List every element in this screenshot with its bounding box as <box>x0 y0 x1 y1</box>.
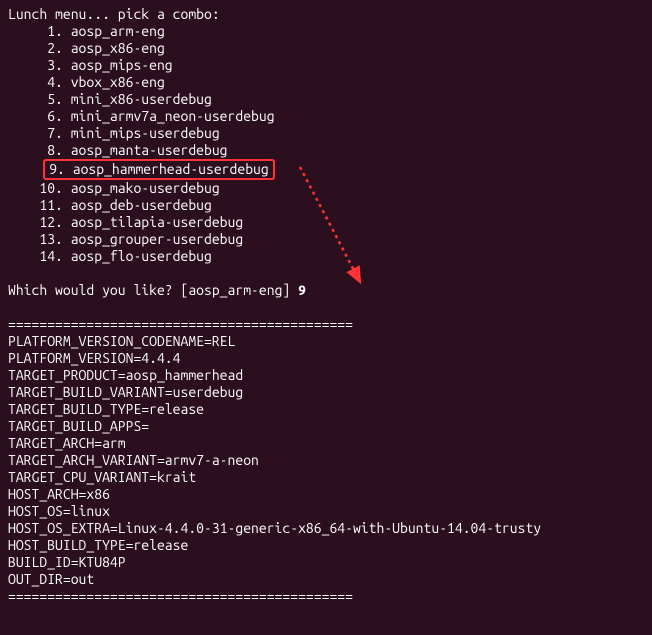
env-line: PLATFORM_VERSION=4.4.4 <box>8 350 644 367</box>
menu-item-3: 3. aosp_mips-eng <box>8 57 644 74</box>
env-list: PLATFORM_VERSION_CODENAME=RELPLATFORM_VE… <box>8 333 644 588</box>
blank-line <box>8 299 644 316</box>
env-line: PLATFORM_VERSION_CODENAME=REL <box>8 333 644 350</box>
prompt-line[interactable]: Which would you like? [aosp_arm-eng] 9 <box>8 282 644 299</box>
lunch-header: Lunch menu... pick a combo: <box>8 6 644 23</box>
menu-item-12: 12. aosp_tilapia-userdebug <box>8 214 644 231</box>
menu-item-8: 8. aosp_manta-userdebug <box>8 142 644 159</box>
menu-item-9: 9. aosp_hammerhead-userdebug <box>8 159 644 180</box>
menu-item-4: 4. vbox_x86-eng <box>8 74 644 91</box>
env-line: HOST_OS_EXTRA=Linux-4.4.0-31-generic-x86… <box>8 520 644 537</box>
menu-item-1: 1. aosp_arm-eng <box>8 23 644 40</box>
env-line: TARGET_ARCH=arm <box>8 435 644 452</box>
env-line: OUT_DIR=out <box>8 571 644 588</box>
env-line: HOST_BUILD_TYPE=release <box>8 537 644 554</box>
menu-item-14: 14. aosp_flo-userdebug <box>8 248 644 265</box>
separator-top: ========================================… <box>8 316 644 333</box>
menu-list: 1. aosp_arm-eng 2. aosp_x86-eng 3. aosp_… <box>8 23 644 265</box>
env-line: TARGET_CPU_VARIANT=krait <box>8 469 644 486</box>
menu-item-highlight: 9. aosp_hammerhead-userdebug <box>43 159 275 180</box>
prompt-question: Which would you like? <box>8 282 173 298</box>
menu-item-2: 2. aosp_x86-eng <box>8 40 644 57</box>
env-line: HOST_OS=linux <box>8 503 644 520</box>
env-line: TARGET_BUILD_VARIANT=userdebug <box>8 384 644 401</box>
blank-line <box>8 265 644 282</box>
env-line: TARGET_ARCH_VARIANT=armv7-a-neon <box>8 452 644 469</box>
env-line: BUILD_ID=KTU84P <box>8 554 644 571</box>
prompt-input[interactable]: 9 <box>298 282 306 298</box>
env-line: TARGET_PRODUCT=aosp_hammerhead <box>8 367 644 384</box>
menu-item-11: 11. aosp_deb-userdebug <box>8 197 644 214</box>
menu-item-10: 10. aosp_mako-userdebug <box>8 180 644 197</box>
env-line: TARGET_BUILD_APPS= <box>8 418 644 435</box>
menu-item-13: 13. aosp_grouper-userdebug <box>8 231 644 248</box>
prompt-default: [aosp_arm-eng] <box>180 282 290 298</box>
env-line: TARGET_BUILD_TYPE=release <box>8 401 644 418</box>
env-line: HOST_ARCH=x86 <box>8 486 644 503</box>
menu-item-6: 6. mini_armv7a_neon-userdebug <box>8 108 644 125</box>
menu-item-7: 7. mini_mips-userdebug <box>8 125 644 142</box>
separator-bottom: ========================================… <box>8 588 644 605</box>
menu-item-5: 5. mini_x86-userdebug <box>8 91 644 108</box>
